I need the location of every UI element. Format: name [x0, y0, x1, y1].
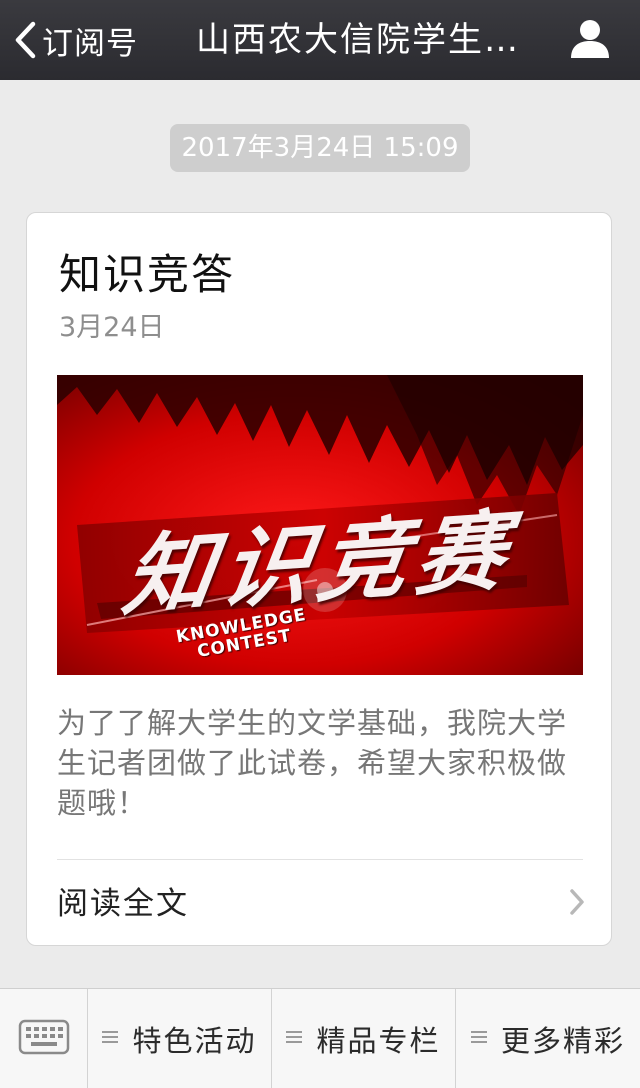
- bottom-menu-bar: 特色活动 精品专栏 更多精彩: [0, 988, 640, 1088]
- article-title: 知识竞答: [59, 250, 236, 299]
- back-label: 订阅号: [42, 25, 138, 62]
- article-date: 3月24日: [59, 312, 165, 343]
- article-cover-image: 知识竞赛 KNOWLEDGE CONTEST: [57, 375, 583, 675]
- menu-item-label: 精品专栏: [316, 1023, 441, 1058]
- page-title: 山西农大信院学生…: [196, 20, 520, 60]
- menu-item-more[interactable]: 更多精彩: [456, 989, 640, 1088]
- back-button[interactable]: 订阅号: [14, 0, 138, 80]
- message-timestamp: 2017年3月24日 15:09: [170, 124, 470, 172]
- top-navigation-bar: 订阅号 山西农大信院学生…: [0, 0, 640, 80]
- read-full-article-link[interactable]: 阅读全文: [27, 860, 613, 946]
- read-more-label: 阅读全文: [57, 886, 189, 922]
- keyboard-icon: [18, 1019, 70, 1059]
- profile-button[interactable]: [568, 16, 612, 60]
- article-summary: 为了了解大学生的文学基础，我院大学生记者团做了此试卷，希望大家积极做题哦！: [57, 706, 568, 820]
- chevron-left-icon: [14, 21, 36, 59]
- menu-lines-icon: [102, 1029, 119, 1048]
- menu-item-label: 更多精彩: [500, 1023, 625, 1058]
- menu-item-premium-columns[interactable]: 精品专栏: [272, 989, 456, 1088]
- person-icon: [568, 20, 612, 64]
- menu-item-label: 特色活动: [132, 1023, 257, 1058]
- article-card[interactable]: 知识竞答 3月24日 知识竞赛 KNOWLEDGE CONTEST 为了了解大学…: [26, 212, 612, 946]
- menu-lines-icon: [286, 1029, 303, 1048]
- keyboard-toggle-button[interactable]: [0, 989, 88, 1088]
- menu-lines-icon: [470, 1029, 487, 1048]
- chevron-right-icon: [569, 888, 585, 920]
- menu-item-featured-activities[interactable]: 特色活动: [88, 989, 272, 1088]
